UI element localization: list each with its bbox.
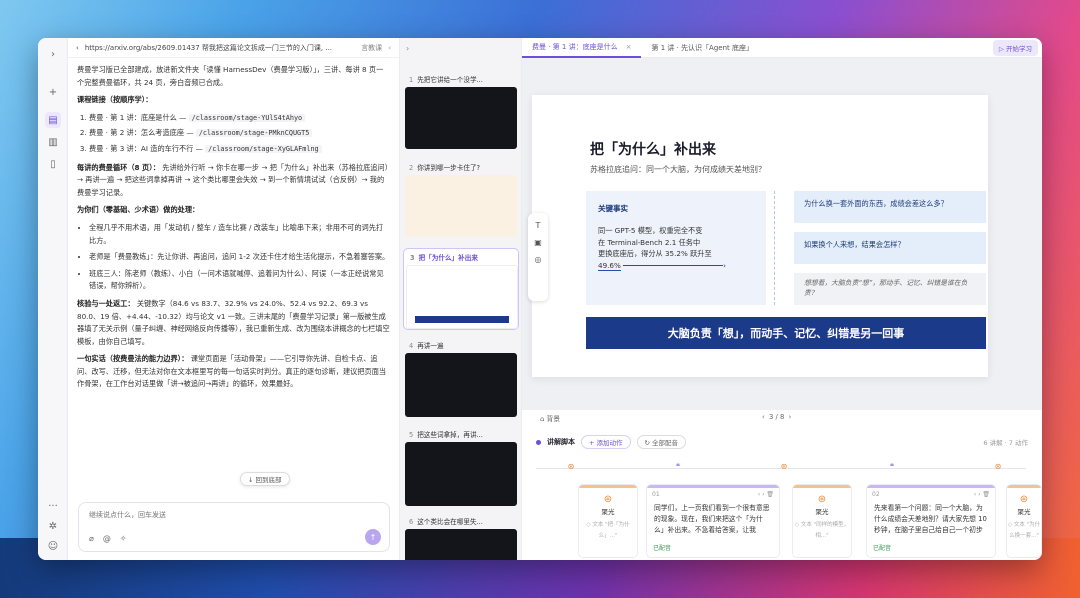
verify-title: 核验与一处返工： (77, 298, 135, 308)
question-box: 如果换个人来想，结果会怎样？ (794, 232, 986, 264)
novice-title: 为你们（零基础、少术语）做的处理： (77, 205, 200, 215)
chevron-left-icon[interactable]: ‹ (388, 44, 391, 52)
spotlight-marker-icon[interactable]: ⊛ (778, 462, 790, 474)
spotlight-marker-icon[interactable]: ⊛ (565, 462, 577, 474)
slide-stage: 把「为什么」补出来 苏格拉底追问：同一个大脑，为何成绩天差地别？ 关键事实 同一… (522, 58, 1042, 410)
page-indicator: ‹ 3 / 8 › (762, 413, 792, 421)
slide-title: 把「为什么」补出来 (590, 142, 716, 158)
action-card[interactable]: ⊛ 聚光 ◇ 文本 "同样的模型，相..." (792, 484, 852, 558)
list-item: 全程几乎不用术语，用「发动机 / 整车 / 造车比赛 / 改装车」比喻串下来；非… (89, 222, 390, 247)
speech-card[interactable]: 02 ‹ › 🗑 先来看第一个问题：同一个大脑，为什么成绩会天差地别？请大家先想 … (866, 484, 996, 558)
loop-title: 每讲的费曼循环（8 页）： (77, 162, 160, 172)
collapse-icon[interactable]: › (45, 46, 61, 62)
action-card[interactable]: ⊛ 聚光 ◇ 文本 "把「为什么」..." (578, 484, 638, 558)
speech-card[interactable]: 01 ‹ › 🗑 同学们，上一页我们看到一个很有意思的现象。现在，我们来把这个「为… (646, 484, 780, 558)
slide-editor: 费曼 · 第 1 讲：底座是什么 × 第 1 讲 · 先认识「Agent 底座」 … (522, 38, 1042, 560)
chat-input[interactable] (89, 511, 349, 519)
url-text: https://arxiv.org/abs/2609.01437 帮我把这篇论文… (84, 43, 333, 52)
spotlight-icon: ⊛ (817, 494, 827, 505)
thumb-item-active[interactable]: 3 把「为什么」补出来 (403, 248, 519, 330)
script-header: 讲解脚本 + 添加动作 ↻ 全部配音 6 讲解 · 7 动作 (522, 433, 1042, 451)
chat-icon[interactable]: ▤ (45, 112, 61, 128)
links-title: 课程链接（按顺序学）： (77, 95, 153, 105)
slide-canvas[interactable]: 把「为什么」补出来 苏格拉底追问：同一个大脑，为何成绩天差地别？ 关键事实 同一… (532, 95, 988, 377)
thumb-image (405, 442, 517, 506)
back-icon[interactable]: ‹ (76, 44, 79, 52)
tab-lesson-1[interactable]: 费曼 · 第 1 讲：底座是什么 × (522, 38, 642, 58)
thumb-item[interactable]: 5 把这些词拿掉，再讲... (403, 429, 519, 506)
script-stats: 6 讲解 · 7 动作 (983, 439, 1028, 447)
add-icon[interactable]: + (45, 84, 61, 100)
slide-thumbnails: › 1 先把它讲给一个没学... 2 你讲到哪一步卡住了? 3 把「为什么」补出来 4… (400, 38, 522, 560)
slide-banner: 大脑负责「想」，而动手、记忆、纠错是另一回事 (586, 317, 986, 349)
thumb-item[interactable]: 2 你讲到哪一步卡住了? (403, 162, 519, 237)
question-box: 为什么换一套外面的东西，成绩会差这么多？ (794, 191, 986, 223)
thumb-image (405, 87, 517, 149)
course-link-item[interactable]: 费曼 · 第 3 讲：AI 造的车行不行 — /classroom/stage-… (89, 143, 390, 156)
sparkle-icon[interactable]: ✧ (120, 534, 127, 543)
list-item: 老师是「费曼教练」：先让你讲、再追问，追问 1-2 次还卡住才给生活化提示，不急… (89, 251, 390, 264)
floating-toolbar: T ▣ ◎ (528, 213, 548, 301)
bookmark-icon[interactable]: ▯ (45, 156, 61, 172)
tab-lesson-1-intro[interactable]: 第 1 讲 · 先认识「Agent 底座」 (641, 38, 763, 58)
thumb-item[interactable]: 6 这个类比会在哪里失... (403, 516, 519, 560)
speech-marker-icon[interactable]: ❝ (886, 462, 898, 474)
voiced-badge: 已配音 (653, 545, 672, 552)
intro-text: 费曼学习版已全部建成，放进新文件夹「读懂 HarnessDev（费曼学习版）」，… (77, 65, 384, 87)
spotlight-icon: ⊛ (603, 494, 613, 505)
all-voice-button[interactable]: ↻ 全部配音 (636, 435, 687, 449)
image-tool-icon[interactable]: ▣ (528, 238, 548, 247)
tab-bar: 费曼 · 第 1 讲：底座是什么 × 第 1 讲 · 先认识「Agent 底座」 … (522, 38, 1042, 58)
back-to-bottom-button[interactable]: ↓ 回到底部 (240, 472, 290, 486)
chat-input-box: ⌀ @ ✧ ↑ (78, 502, 390, 552)
book-icon[interactable]: ▥ (45, 134, 61, 150)
list-item: 班底三人：陈老师（教练）、小白（一问术语就喊停、追着问为什么）、阿误（一本正经说… (89, 268, 390, 293)
at-icon[interactable]: @ (103, 534, 111, 543)
app-window: › + ▤ ▥ ▯ ··· ✲ ☺ ‹ https://arxiv.org/ab… (38, 38, 1042, 560)
attach-icon[interactable]: ⌀ (89, 534, 94, 543)
user-icon[interactable]: ☺ (45, 538, 61, 554)
slide-subtitle: 苏格拉底追问：同一个大脑，为何成绩天差地别？ (590, 165, 766, 174)
course-link-item[interactable]: 费曼 · 第 1 讲：底座是什么 — /classroom/stage-YUlS… (89, 112, 390, 125)
add-action-button[interactable]: + 添加动作 (581, 435, 631, 449)
close-icon[interactable]: × (626, 43, 632, 51)
speech-marker-icon[interactable]: ❝ (672, 462, 684, 474)
slide-pager: ⌂ 背景 ‹ 3 / 8 › (522, 410, 1042, 426)
url-lang[interactable]: 言教课 (361, 43, 382, 53)
dot-icon (536, 439, 541, 445)
question-box: 想想看，大脑负责“想”，那动手、记忆、纠错是谁在负责？ (794, 273, 986, 305)
shape-tool-icon[interactable]: ◎ (528, 255, 548, 264)
voiced-badge: 已配音 (873, 545, 892, 552)
start-learning-button[interactable]: ▷ 开始学习 (992, 39, 1038, 56)
chevron-right-icon[interactable]: › (406, 44, 409, 53)
course-link-item[interactable]: 费曼 · 第 2 讲：怎么考造底座 — /classroom/stage-PMk… (89, 127, 390, 140)
script-title: 讲解脚本 (547, 438, 575, 446)
truth-title: 一句实话（按费曼法的能力边界）： (77, 354, 189, 364)
thumb-image (405, 175, 517, 237)
course-links: 费曼 · 第 1 讲：底座是什么 — /classroom/stage-YUlS… (77, 112, 390, 156)
thumb-image (405, 529, 517, 560)
url-bar: ‹ https://arxiv.org/abs/2609.01437 帮我把这篇… (68, 38, 399, 58)
background-button[interactable]: ⌂ 背景 (540, 413, 560, 423)
novice-list: 全程几乎不用术语，用「发动机 / 整车 / 造车比赛 / 改装车」比喻串下来；非… (77, 222, 390, 293)
chat-content: 费曼学习版已全部建成，放进新文件夹「读懂 HarnessDev（费曼学习版）」，… (68, 58, 399, 402)
key-facts-box: 关键事实 同一 GPT-5 模型，权重完全不变 在 Terminal-Bench… (586, 191, 766, 305)
thumbs-header: › (400, 38, 521, 58)
text-tool-icon[interactable]: T (528, 221, 548, 230)
spotlight-icon: ⊛ (1019, 494, 1029, 505)
left-rail: › + ▤ ▥ ▯ ··· ✲ ☺ (38, 38, 68, 560)
key-facts-body: 同一 GPT-5 模型，权重完全不变 在 Terminal-Bench 2.1 … (598, 226, 727, 271)
chat-panel: ‹ https://arxiv.org/abs/2609.01437 帮我把这篇… (68, 38, 400, 560)
thumb-item[interactable]: 4 再讲一遍 (403, 340, 519, 417)
more-icon[interactable]: ··· (45, 498, 61, 514)
thumb-image (406, 265, 518, 329)
thumb-image (405, 353, 517, 417)
divider (774, 191, 775, 305)
key-facts-title: 关键事实 (598, 204, 628, 213)
send-button[interactable]: ↑ (365, 529, 381, 545)
spotlight-marker-icon[interactable]: ⊛ (992, 462, 1004, 474)
settings-icon[interactable]: ✲ (45, 518, 61, 534)
thumb-item[interactable]: 1 先把它讲给一个没学... (403, 74, 519, 149)
action-card[interactable]: ⊛ 聚光 ◇ 文本 "为什么换一套..." (1006, 484, 1042, 558)
